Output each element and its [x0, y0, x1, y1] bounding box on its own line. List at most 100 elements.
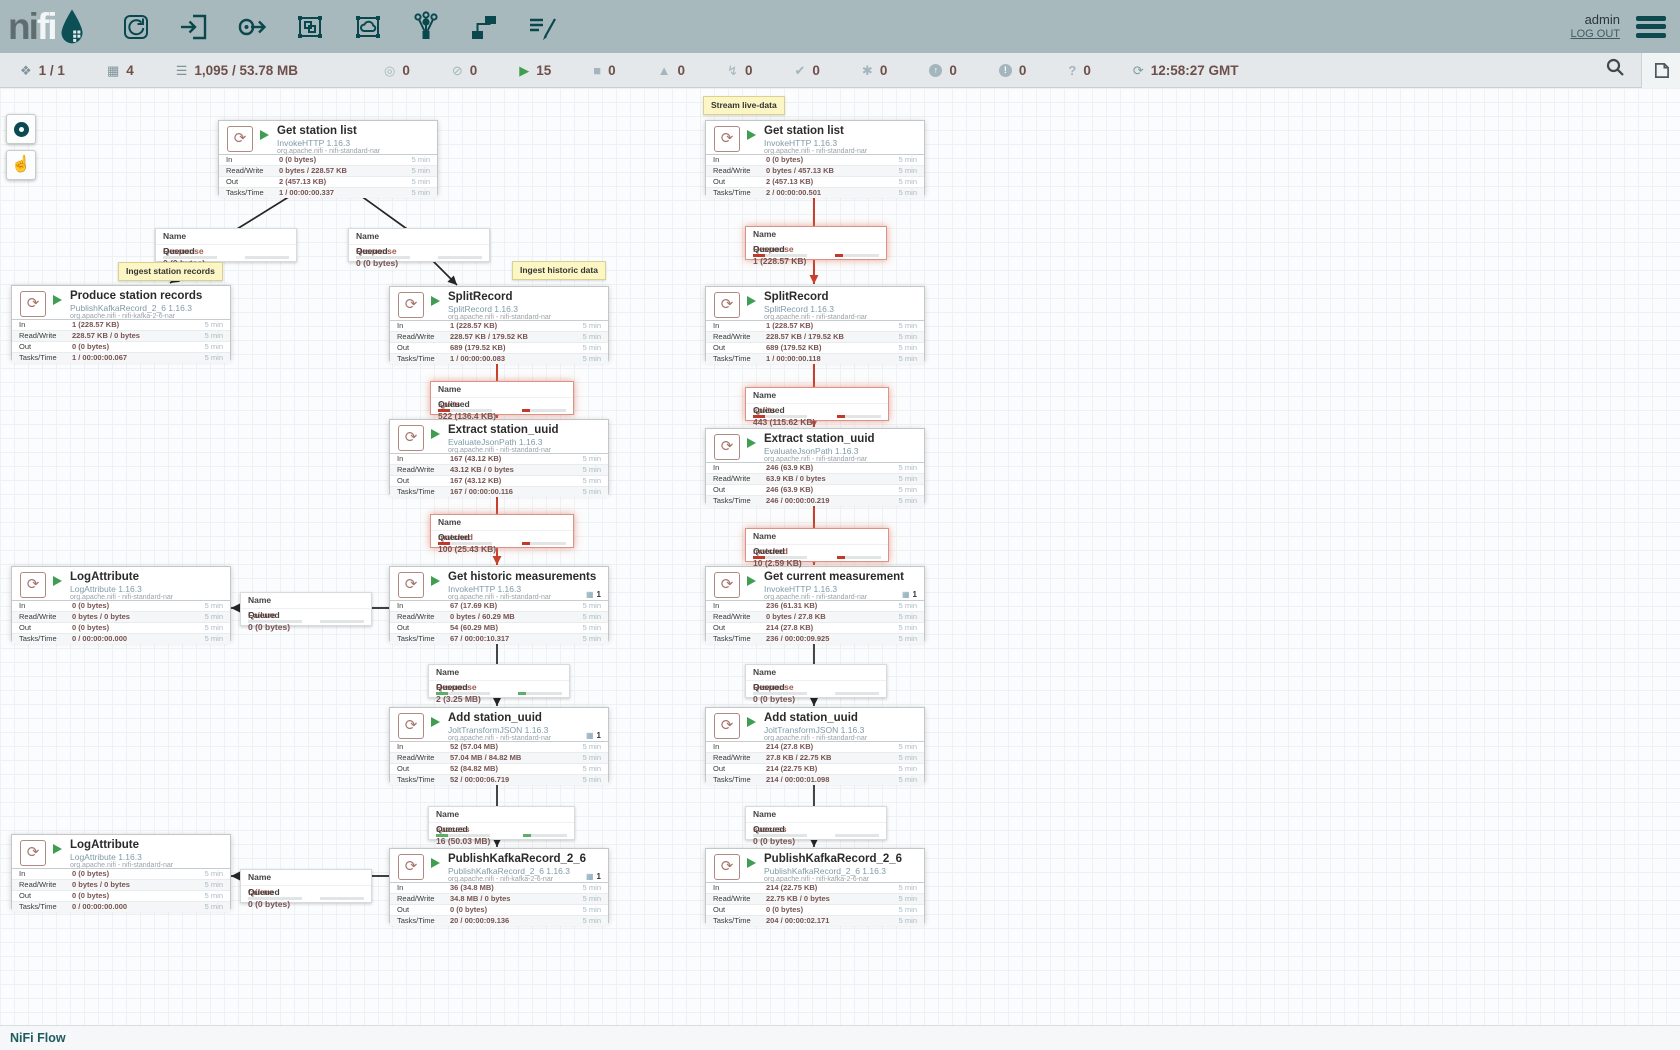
processor-type-icon: ⟳ — [398, 292, 424, 318]
status-bar: ❖1 / 1 ▦4 ☰1,095 / 53.78 MB ◎0 ⊘0 ▶15 ■0… — [0, 53, 1680, 88]
processor-type-icon: ⟳ — [398, 713, 424, 739]
queue-label[interactable]: NamesplitsQueued522 (136.4 KB) — [430, 381, 574, 415]
processor[interactable]: ⟳SplitRecordSplitRecord 1.16.3org.apache… — [389, 286, 609, 361]
queue-label[interactable]: NameResponseQueued0 (0 bytes) — [348, 228, 490, 262]
processor-stats: In214 (27.8 KB)5 minRead/Write27.8 KB / … — [706, 741, 924, 785]
queue-label[interactable]: NameResponseQueued0 (0 bytes) — [155, 228, 297, 262]
processor[interactable]: ⟳Extract station_uuidEvaluateJsonPath 1.… — [705, 428, 925, 503]
template-icon[interactable] — [468, 11, 500, 43]
processor[interactable]: ⟳LogAttributeLogAttribute 1.16.3org.apac… — [11, 834, 231, 909]
logout-link[interactable]: LOG OUT — [1570, 27, 1620, 42]
processor[interactable]: ⟳Produce station recordsPublishKafkaReco… — [11, 285, 231, 360]
processor[interactable]: ⟳PublishKafkaRecord_2_6PublishKafkaRecor… — [389, 848, 609, 923]
processor[interactable]: ⟳PublishKafkaRecord_2_6PublishKafkaRecor… — [705, 848, 925, 923]
processor[interactable]: ⟳Add station_uuidJoltTransformJSON 1.16.… — [705, 707, 925, 782]
queue-name-row: NameResponse — [429, 665, 569, 681]
nifi-droplet-icon — [58, 8, 86, 51]
queue-percent-fill — [436, 834, 448, 837]
stats-value: 0 (0 bytes) — [72, 342, 109, 352]
hand-pointer-icon: ☝ — [11, 157, 31, 173]
search-icon[interactable] — [1606, 58, 1625, 82]
queue-label[interactable]: NamematchedQueued10 (2.59 KB) — [745, 528, 889, 562]
stats-window: 5 min — [899, 883, 917, 893]
processor-name: Extract station_uuid — [448, 424, 559, 436]
stats-row: In36 (34.8 MB)5 min — [390, 883, 608, 893]
canvas-label[interactable]: Stream live-data — [703, 96, 785, 115]
stats-window: 5 min — [205, 891, 223, 901]
queue-label[interactable]: NamesplitsQueued443 (115.62 KB) — [745, 387, 889, 421]
funnel-icon[interactable] — [410, 11, 442, 43]
stats-row: In167 (43.12 KB)5 min — [390, 454, 608, 464]
stats-value: 20 / 00:00:09.136 — [450, 916, 509, 926]
processor[interactable]: ⟳Get current measurementInvokeHTTP 1.16.… — [705, 566, 925, 641]
processor[interactable]: ⟳Add station_uuidJoltTransformJSON 1.16.… — [389, 707, 609, 782]
queue-percent-bar — [753, 556, 807, 559]
stats-row: Out2 (457.13 KB)5 min — [706, 176, 924, 187]
stats-window: 5 min — [899, 753, 917, 763]
stats-label: Tasks/Time — [713, 496, 751, 506]
processor[interactable]: ⟳SplitRecordSplitRecord 1.16.3org.apache… — [705, 286, 925, 361]
stats-label: Tasks/Time — [226, 188, 264, 198]
processor[interactable]: ⟳Get historic measurementsInvokeHTTP 1.1… — [389, 566, 609, 641]
menu-icon[interactable] — [1636, 16, 1666, 38]
remote-process-group-icon[interactable] — [352, 11, 384, 43]
stats-label: Read/Write — [397, 332, 434, 342]
label-icon[interactable] — [526, 11, 558, 43]
queue-label[interactable]: NameResponseQueued1 (228.57 KB) — [745, 226, 887, 260]
stats-label: In — [713, 155, 719, 165]
stats-label: Read/Write — [397, 612, 434, 622]
stats-value: 214 (22.75 KB) — [766, 883, 817, 893]
stats-value: 228.57 KB / 179.52 KB — [766, 332, 844, 342]
run-status-icon — [747, 296, 756, 306]
queue-label[interactable]: NameResponseQueued0 (0 bytes) — [745, 664, 887, 698]
processor[interactable]: ⟳LogAttributeLogAttribute 1.16.3org.apac… — [11, 566, 231, 641]
operate-palette-button[interactable]: ☝ — [6, 150, 36, 180]
stats-row: Out0 (0 bytes)5 min — [390, 904, 608, 915]
queue-name-row: Namefailure — [241, 870, 371, 886]
stats-row: Read/Write57.04 MB / 84.82 MB5 min — [390, 752, 608, 763]
navigate-palette-button[interactable] — [6, 114, 36, 144]
queue-label[interactable]: NamesuccessQueued0 (0 bytes) — [745, 806, 887, 840]
processor-type: JoltTransformJSON 1.16.3 — [448, 725, 548, 735]
processor-icon[interactable] — [120, 11, 152, 43]
output-port-icon[interactable] — [236, 11, 268, 43]
stats-value: 0 bytes / 457.13 KB — [766, 166, 834, 176]
stats-window: 5 min — [583, 775, 601, 785]
queue-label[interactable]: NamematchedQueued100 (25.43 KB) — [430, 514, 574, 548]
stats-value: 167 (43.12 KB) — [450, 454, 501, 464]
breadcrumb[interactable]: NiFi Flow — [10, 1031, 66, 1045]
processor[interactable]: ⟳Get station listInvokeHTTP 1.16.3org.ap… — [705, 120, 925, 195]
locally-modified-icon: ✱ — [862, 64, 873, 77]
stats-window: 5 min — [899, 166, 917, 176]
flow-diagram-layer: ☝ ⟳Get station listInvokeHTTP 1.16.3org.… — [0, 0, 1680, 1026]
arrowhead-icon — [810, 275, 819, 284]
queue-percent-bar — [248, 620, 302, 623]
transmitting-icon: ◎ — [384, 64, 395, 77]
queue-label[interactable]: NamesuccessQueued16 (50.03 MB) — [428, 806, 575, 840]
queue-label[interactable]: NamefailureQueued0 (0 bytes) — [240, 869, 372, 903]
processor[interactable]: ⟳Get station listInvokeHTTP 1.16.3org.ap… — [218, 120, 438, 195]
stats-row: In67 (17.69 KB)5 min — [390, 601, 608, 611]
queue-label[interactable]: NameFailureQueued0 (0 bytes) — [240, 592, 372, 626]
queue-size-fill — [523, 834, 531, 837]
queue-label[interactable]: NameResponseQueued2 (3.25 MB) — [428, 664, 570, 698]
processor-stats: In0 (0 bytes)5 minRead/Write0 bytes / 0 … — [12, 600, 230, 644]
process-group-icon[interactable] — [294, 11, 326, 43]
header-right: admin LOG OUT — [1570, 12, 1680, 42]
processor[interactable]: ⟳Extract station_uuidEvaluateJsonPath 1.… — [389, 419, 609, 494]
input-port-icon[interactable] — [178, 11, 210, 43]
stats-label: Out — [713, 343, 725, 353]
processor-type: PublishKafkaRecord_2_6 1.16.3 — [764, 866, 886, 876]
name-label: Name — [356, 229, 482, 244]
new-canvas-panel-button[interactable] — [1641, 53, 1680, 88]
refresh-icon[interactable]: ⟳ — [1133, 64, 1144, 77]
queue-size-fill — [835, 254, 843, 257]
canvas-label[interactable]: Ingest historic data — [512, 261, 606, 280]
stats-row: Out0 (0 bytes)5 min — [12, 890, 230, 901]
canvas-label[interactable]: Ingest station records — [118, 262, 223, 281]
active-threads-badge: ▦1 — [586, 872, 601, 881]
stats-value: 0 (0 bytes) — [72, 891, 109, 901]
run-status-icon — [53, 295, 62, 305]
stats-window: 5 min — [899, 332, 917, 342]
name-label: Name — [753, 388, 881, 403]
